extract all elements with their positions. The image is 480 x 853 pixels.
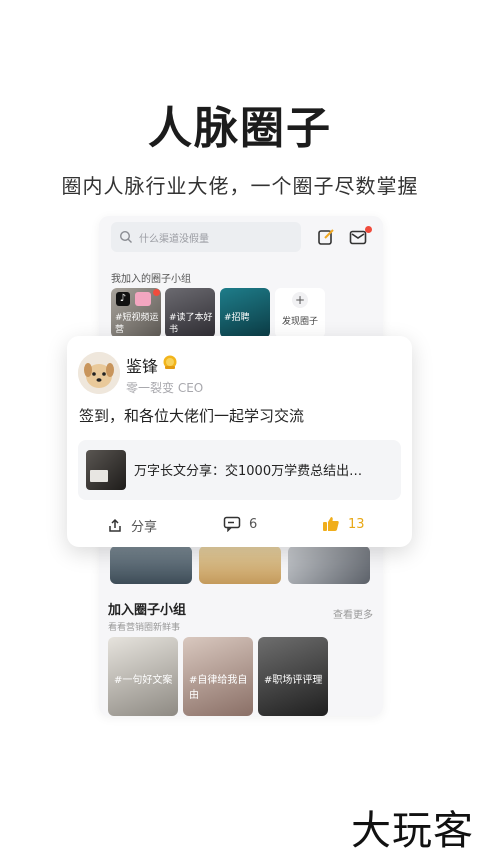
post-content: 签到，和各位大佬们一起学习交流 [79,407,305,425]
comment-icon [223,516,241,532]
comment-button[interactable]: 6 [223,516,257,532]
circle-tile-recruit[interactable]: #招聘 [220,288,270,338]
circle-tile-short-video[interactable]: ♪ #短视频运营 [111,288,161,338]
see-more-link[interactable]: 查看更多 [333,606,373,621]
brand-logo: 大玩客 [351,808,474,853]
join-tile-workplace[interactable]: #职场评评理 [258,637,328,716]
circle-label: #短视频运营 [115,313,159,335]
edit-icon[interactable] [317,228,335,246]
hero-title: 人脉圈子 [148,103,332,154]
article-thumbnail [86,450,126,490]
join-section-title: 加入圈子小组 [108,603,187,618]
user-name[interactable]: 鉴锋 [126,353,158,377]
search-input[interactable]: 什么渠道没假量 [111,222,301,252]
discover-label: 发现圈子 [281,316,318,327]
circle-photo[interactable] [110,546,192,584]
circle-tile-books[interactable]: #读了本好书 [165,288,215,338]
search-icon [119,230,132,243]
circle-badge [153,289,160,296]
article-title: 万字长文分享：交1000万学费总结出… [134,464,363,479]
thumbs-up-icon [323,517,339,531]
share-label: 分享 [131,520,158,535]
share-icon [109,518,121,532]
plus-icon: + [292,291,308,308]
medal-icon [163,355,177,369]
comment-count: 6 [249,516,258,532]
share-button[interactable]: 分享 [107,516,157,535]
bilibili-icon [135,292,151,306]
hero-subtitle: 圈内人脉行业大佬，一个圈子尽数掌握 [61,174,419,198]
circle-photo[interactable] [288,546,370,584]
discover-circle-button[interactable]: + 发现圈子 [275,288,325,338]
join-tile-label: #一句好文案 [114,675,173,686]
tiktok-icon: ♪ [116,292,130,306]
like-count: 13 [348,516,365,532]
circle-label: #招聘 [224,313,250,323]
like-button[interactable]: 13 [322,516,365,532]
circle-photo[interactable] [199,546,281,584]
my-circles-label: 我加入的圈子小组 [111,274,191,285]
post-card[interactable]: 鉴锋 零一裂变 CEO 签到，和各位大佬们一起学习交流 万字长文分享：交1000… [67,336,412,547]
join-section-subtitle: 看看营销圈新鲜事 [108,623,181,633]
join-tile-label: #自律给我自由 [189,675,248,701]
join-tile-label: #职场评评理 [264,675,323,686]
join-tile-discipline[interactable]: #自律给我自由 [183,637,253,716]
search-placeholder: 什么渠道没假量 [139,233,209,245]
avatar[interactable] [78,352,120,394]
shared-article[interactable]: 万字长文分享：交1000万学费总结出… [78,440,401,500]
user-role: 零一裂变 CEO [126,381,204,395]
message-badge [365,226,372,233]
join-tile-copywriting[interactable]: #一句好文案 [108,637,178,716]
dog-avatar-icon [78,352,120,394]
circle-label: #读了本好书 [169,313,213,335]
